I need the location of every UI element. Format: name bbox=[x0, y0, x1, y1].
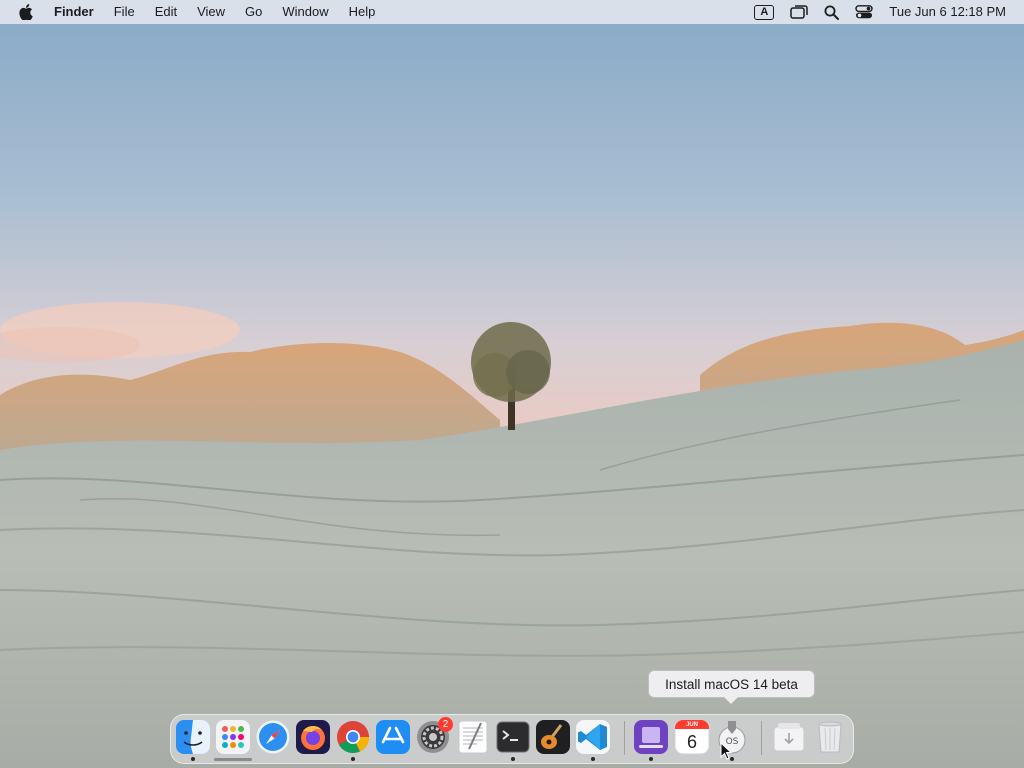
screen-mirroring-icon[interactable] bbox=[782, 0, 816, 24]
menu-window[interactable]: Window bbox=[272, 0, 338, 24]
vscode-icon[interactable] bbox=[575, 719, 611, 755]
menu-help[interactable]: Help bbox=[339, 0, 386, 24]
menu-app-name[interactable]: Finder bbox=[44, 0, 104, 24]
wallpaper-image bbox=[0, 0, 1024, 768]
safari-icon[interactable] bbox=[255, 719, 291, 755]
menu-bar-clock[interactable]: Tue Jun 6 12:18 PM bbox=[881, 0, 1024, 24]
launchpad-indicator bbox=[214, 758, 252, 761]
chrome-running-indicator bbox=[351, 757, 355, 761]
spotlight-search-icon[interactable] bbox=[816, 0, 847, 24]
terminal-running-indicator bbox=[511, 757, 515, 761]
configurator-running-indicator bbox=[649, 757, 653, 761]
calendar-month-label: JUN bbox=[685, 722, 698, 728]
menu-view[interactable]: View bbox=[187, 0, 235, 24]
terminal-icon[interactable] bbox=[495, 719, 531, 755]
firefox-icon[interactable] bbox=[295, 719, 331, 755]
dock-separator bbox=[624, 721, 625, 755]
launchpad-icon[interactable] bbox=[215, 719, 251, 755]
trash-icon[interactable] bbox=[812, 719, 848, 755]
menu-edit[interactable]: Edit bbox=[145, 0, 187, 24]
mouse-cursor-icon bbox=[720, 742, 732, 760]
system-settings-badge: 2 bbox=[438, 717, 453, 732]
textedit-icon[interactable] bbox=[455, 719, 491, 755]
vscode-running-indicator bbox=[591, 757, 595, 761]
finder-icon[interactable] bbox=[175, 719, 211, 755]
finder-running-indicator bbox=[191, 757, 195, 761]
input-source-icon[interactable]: A bbox=[746, 0, 782, 24]
configurator-icon[interactable] bbox=[633, 719, 669, 755]
calendar-day-label: 6 bbox=[686, 732, 697, 752]
dock-tooltip-arrow bbox=[724, 697, 738, 704]
downloads-stack-icon[interactable] bbox=[771, 719, 807, 755]
dock-separator bbox=[761, 721, 762, 755]
desktop[interactable]: Finder File Edit View Go Window Help A T… bbox=[0, 0, 1024, 768]
dock-tooltip: Install macOS 14 beta bbox=[648, 670, 815, 698]
menu-bar: Finder File Edit View Go Window Help A T… bbox=[0, 0, 1024, 24]
chrome-icon[interactable] bbox=[335, 719, 371, 755]
menu-go[interactable]: Go bbox=[235, 0, 272, 24]
control-center-icon[interactable] bbox=[847, 0, 881, 24]
menu-file[interactable]: File bbox=[104, 0, 145, 24]
garageband-icon[interactable] bbox=[535, 719, 571, 755]
input-source-label: A bbox=[754, 4, 775, 20]
menu-bar-status-area: A Tue Jun 6 12:18 PM bbox=[746, 0, 1024, 24]
apple-logo-icon[interactable] bbox=[18, 0, 34, 24]
app-store-icon[interactable] bbox=[375, 719, 411, 755]
